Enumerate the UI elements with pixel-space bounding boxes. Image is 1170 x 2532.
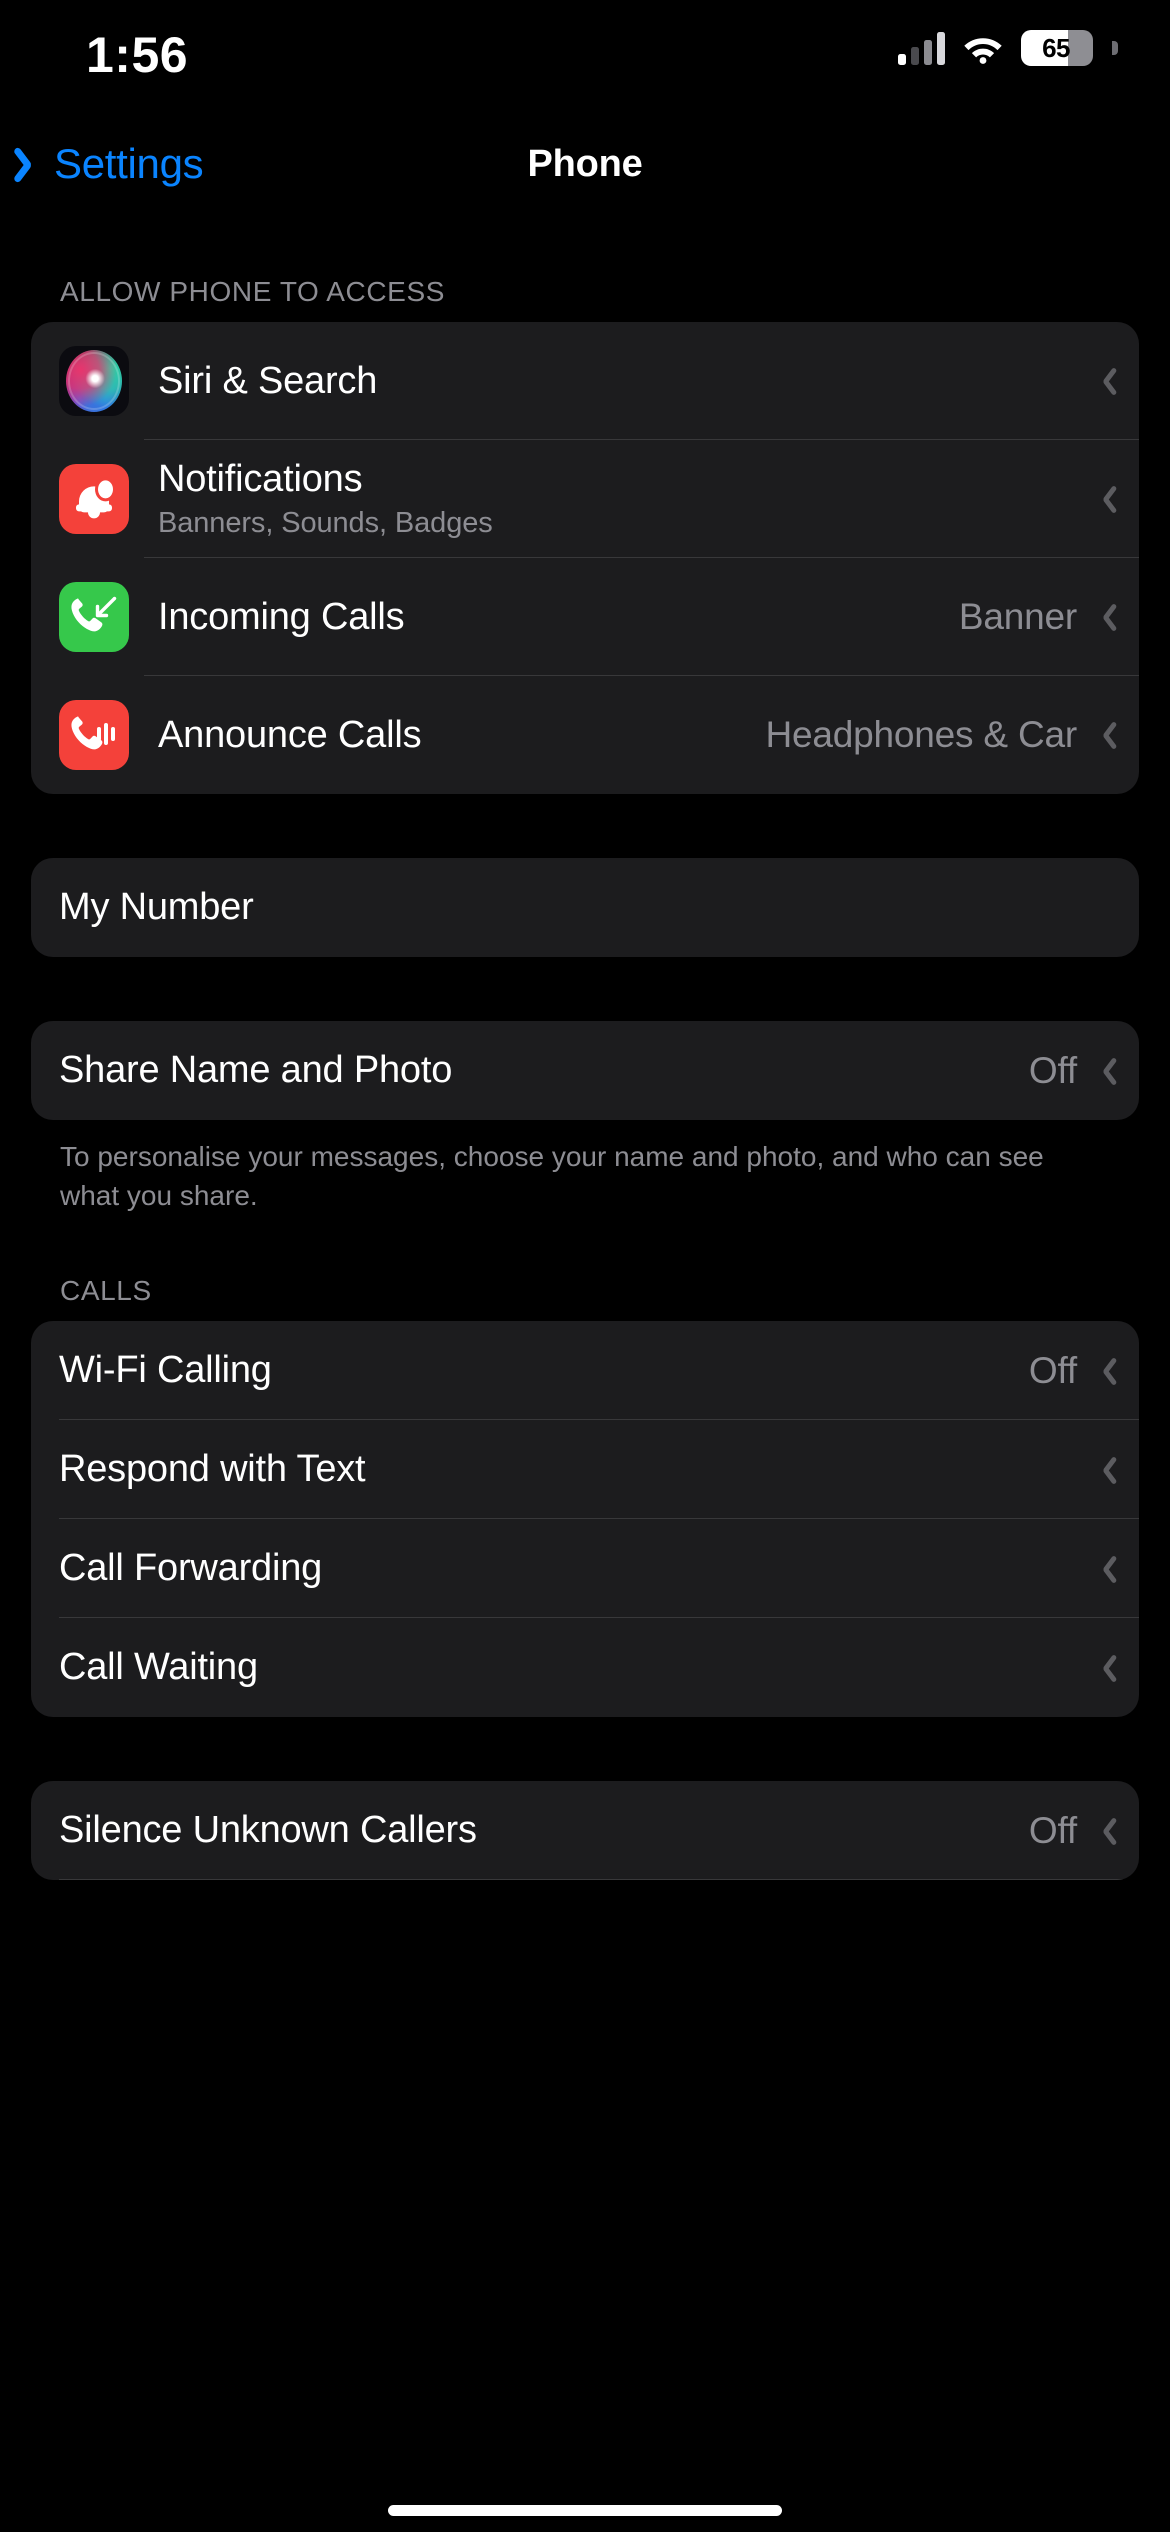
- chevron-right-icon: [1095, 1055, 1113, 1087]
- section-share-name-and-photo: Share Name and Photo Off: [31, 1021, 1139, 1120]
- section-header-allow-phone-to-access: ALLOW PHONE TO ACCESS: [60, 276, 446, 307]
- battery-cap-icon: [1112, 41, 1118, 55]
- chevron-right-icon: [1095, 365, 1113, 397]
- wifi-icon: [962, 32, 1004, 64]
- section-my-number: My Number: [31, 858, 1139, 957]
- row-wifi-calling[interactable]: Wi-Fi Calling Off: [31, 1321, 1139, 1421]
- chevron-right-icon: [1095, 1652, 1113, 1684]
- chevron-right-icon: [1095, 601, 1113, 633]
- navigation-bar: Settings Phone: [0, 112, 1170, 216]
- row-subtitle: Banners, Sounds, Badges: [158, 507, 493, 539]
- row-value: Headphones & Car: [765, 714, 1078, 755]
- back-button[interactable]: Settings: [0, 140, 204, 188]
- row-incoming-calls[interactable]: Incoming Calls Banner: [31, 558, 1139, 676]
- sound-waves-icon: [97, 719, 119, 749]
- home-indicator[interactable]: [388, 2505, 782, 2516]
- row-value: Off: [1028, 1049, 1077, 1091]
- battery-icon: 65: [1021, 30, 1093, 66]
- row-notifications[interactable]: Notifications Banners, Sounds, Badges: [31, 440, 1139, 558]
- chevron-right-icon: [1095, 1454, 1113, 1486]
- cellular-signal-icon: [898, 31, 945, 65]
- back-button-label: Settings: [54, 140, 204, 187]
- row-title: Announce Calls: [158, 713, 422, 756]
- row-announce-calls[interactable]: Announce Calls Headphones & Car: [31, 676, 1139, 794]
- section-allow-phone-to-access: Siri & Search Notifications Banners, Sou…: [31, 322, 1139, 794]
- row-call-forwarding[interactable]: Call Forwarding: [31, 1519, 1139, 1619]
- row-call-waiting[interactable]: Call Waiting: [31, 1618, 1139, 1717]
- row-title: Call Forwarding: [59, 1547, 323, 1590]
- chevron-right-icon: [1095, 1553, 1113, 1585]
- row-separator: [59, 1879, 1139, 1881]
- settings-list: ALLOW PHONE TO ACCESS Siri & Search Noti…: [0, 216, 1170, 1881]
- row-value: Off: [1028, 1349, 1077, 1391]
- incoming-calls-icon: [59, 582, 129, 652]
- status-bar: 1:56 65: [0, 0, 1170, 112]
- chevron-right-icon: [1095, 719, 1113, 751]
- chevron-right-icon: [1095, 1355, 1113, 1387]
- row-title: Wi-Fi Calling: [59, 1349, 272, 1392]
- section-calls: Wi-Fi Calling Off Respond with Text Call…: [31, 1321, 1139, 1718]
- siri-icon: [59, 346, 129, 416]
- notifications-bell-icon: [59, 464, 129, 534]
- row-title: Call Waiting: [59, 1646, 258, 1689]
- row-title: Incoming Calls: [158, 595, 405, 638]
- row-title: Siri & Search: [158, 359, 378, 402]
- row-silence-unknown-callers[interactable]: Silence Unknown Callers Off: [31, 1781, 1139, 1881]
- row-siri-and-search[interactable]: Siri & Search: [31, 322, 1139, 440]
- row-title: Silence Unknown Callers: [59, 1809, 477, 1852]
- row-value: Off: [1028, 1809, 1077, 1851]
- battery-percent-label: 65: [1042, 32, 1070, 63]
- row-value: Banner: [958, 596, 1077, 637]
- announce-calls-icon: [59, 700, 129, 770]
- section-silence-unknown-callers: Silence Unknown Callers Off: [31, 1781, 1139, 1881]
- section-header-calls: CALLS: [60, 1275, 152, 1307]
- row-title: Notifications: [158, 458, 363, 500]
- status-bar-indicators: 65: [898, 30, 1118, 66]
- chevron-right-icon: [1095, 1815, 1113, 1847]
- row-title: Respond with Text: [59, 1448, 366, 1491]
- row-respond-with-text[interactable]: Respond with Text: [31, 1420, 1139, 1520]
- row-my-number[interactable]: My Number: [31, 858, 1139, 957]
- row-share-name-and-photo[interactable]: Share Name and Photo Off: [31, 1021, 1139, 1120]
- row-title: Share Name and Photo: [59, 1049, 453, 1091]
- section-footer-share-name-and-photo: To personalise your messages, choose you…: [60, 1141, 1044, 1211]
- chevron-left-icon: [18, 143, 44, 185]
- chevron-right-icon: [1095, 483, 1113, 515]
- status-bar-time: 1:56: [86, 27, 189, 83]
- row-title: My Number: [59, 886, 254, 928]
